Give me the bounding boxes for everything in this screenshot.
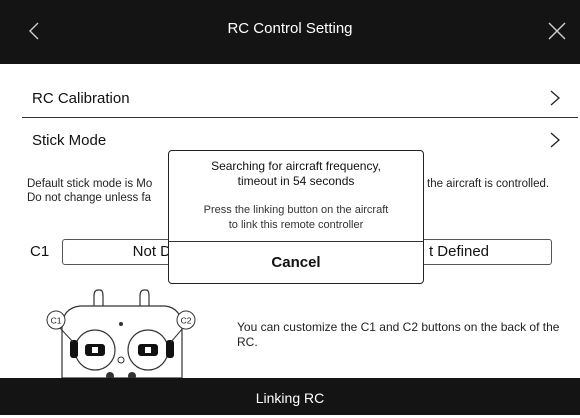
dialog-title-line2: timeout in 54 seconds xyxy=(237,174,355,188)
page-title: RC Control Setting xyxy=(227,20,353,37)
dialog-message-line1: Press the linking button on the aircraft xyxy=(203,204,389,216)
close-icon[interactable] xyxy=(546,20,568,42)
stick-mode-label: Stick Mode xyxy=(32,132,107,149)
remote-controller-illustration: C1 C2 xyxy=(46,289,196,378)
c2-select-value: t Defined xyxy=(428,243,490,260)
dialog-title: Searching for aircraft frequency, timeou… xyxy=(169,159,423,189)
dialog-message-line2: to link this remote controller xyxy=(228,219,364,231)
chevron-right-icon xyxy=(550,90,560,106)
cancel-button[interactable]: Cancel xyxy=(169,242,423,284)
dialog-title-line1: Searching for aircraft frequency, xyxy=(211,159,381,173)
rc-calibration-label: RC Calibration xyxy=(32,90,130,107)
c1-label: C1 xyxy=(30,243,50,260)
chevron-right-icon xyxy=(550,132,560,148)
rc-calibration-row[interactable]: RC Calibration xyxy=(22,78,572,118)
stick-mode-desc-left: Default stick mode is Mo xyxy=(27,178,153,190)
divider xyxy=(22,117,578,118)
linking-dialog: Searching for aircraft frequency, timeou… xyxy=(168,150,424,284)
c2-marker: C2 xyxy=(181,316,192,326)
linking-rc-label: Linking RC xyxy=(255,390,325,406)
dialog-message: Press the linking button on the aircraft… xyxy=(169,203,423,233)
stick-mode-desc-right: the aircraft is controlled. xyxy=(427,178,550,190)
linking-rc-bar[interactable]: Linking RC xyxy=(0,378,580,415)
c1-marker: C1 xyxy=(51,316,62,326)
header-bar: RC Control Setting xyxy=(0,0,580,64)
customize-description: You can customize the C1 and C2 buttons … xyxy=(237,320,560,349)
stick-mode-desc-line2: Do not change unless fa xyxy=(27,192,152,204)
